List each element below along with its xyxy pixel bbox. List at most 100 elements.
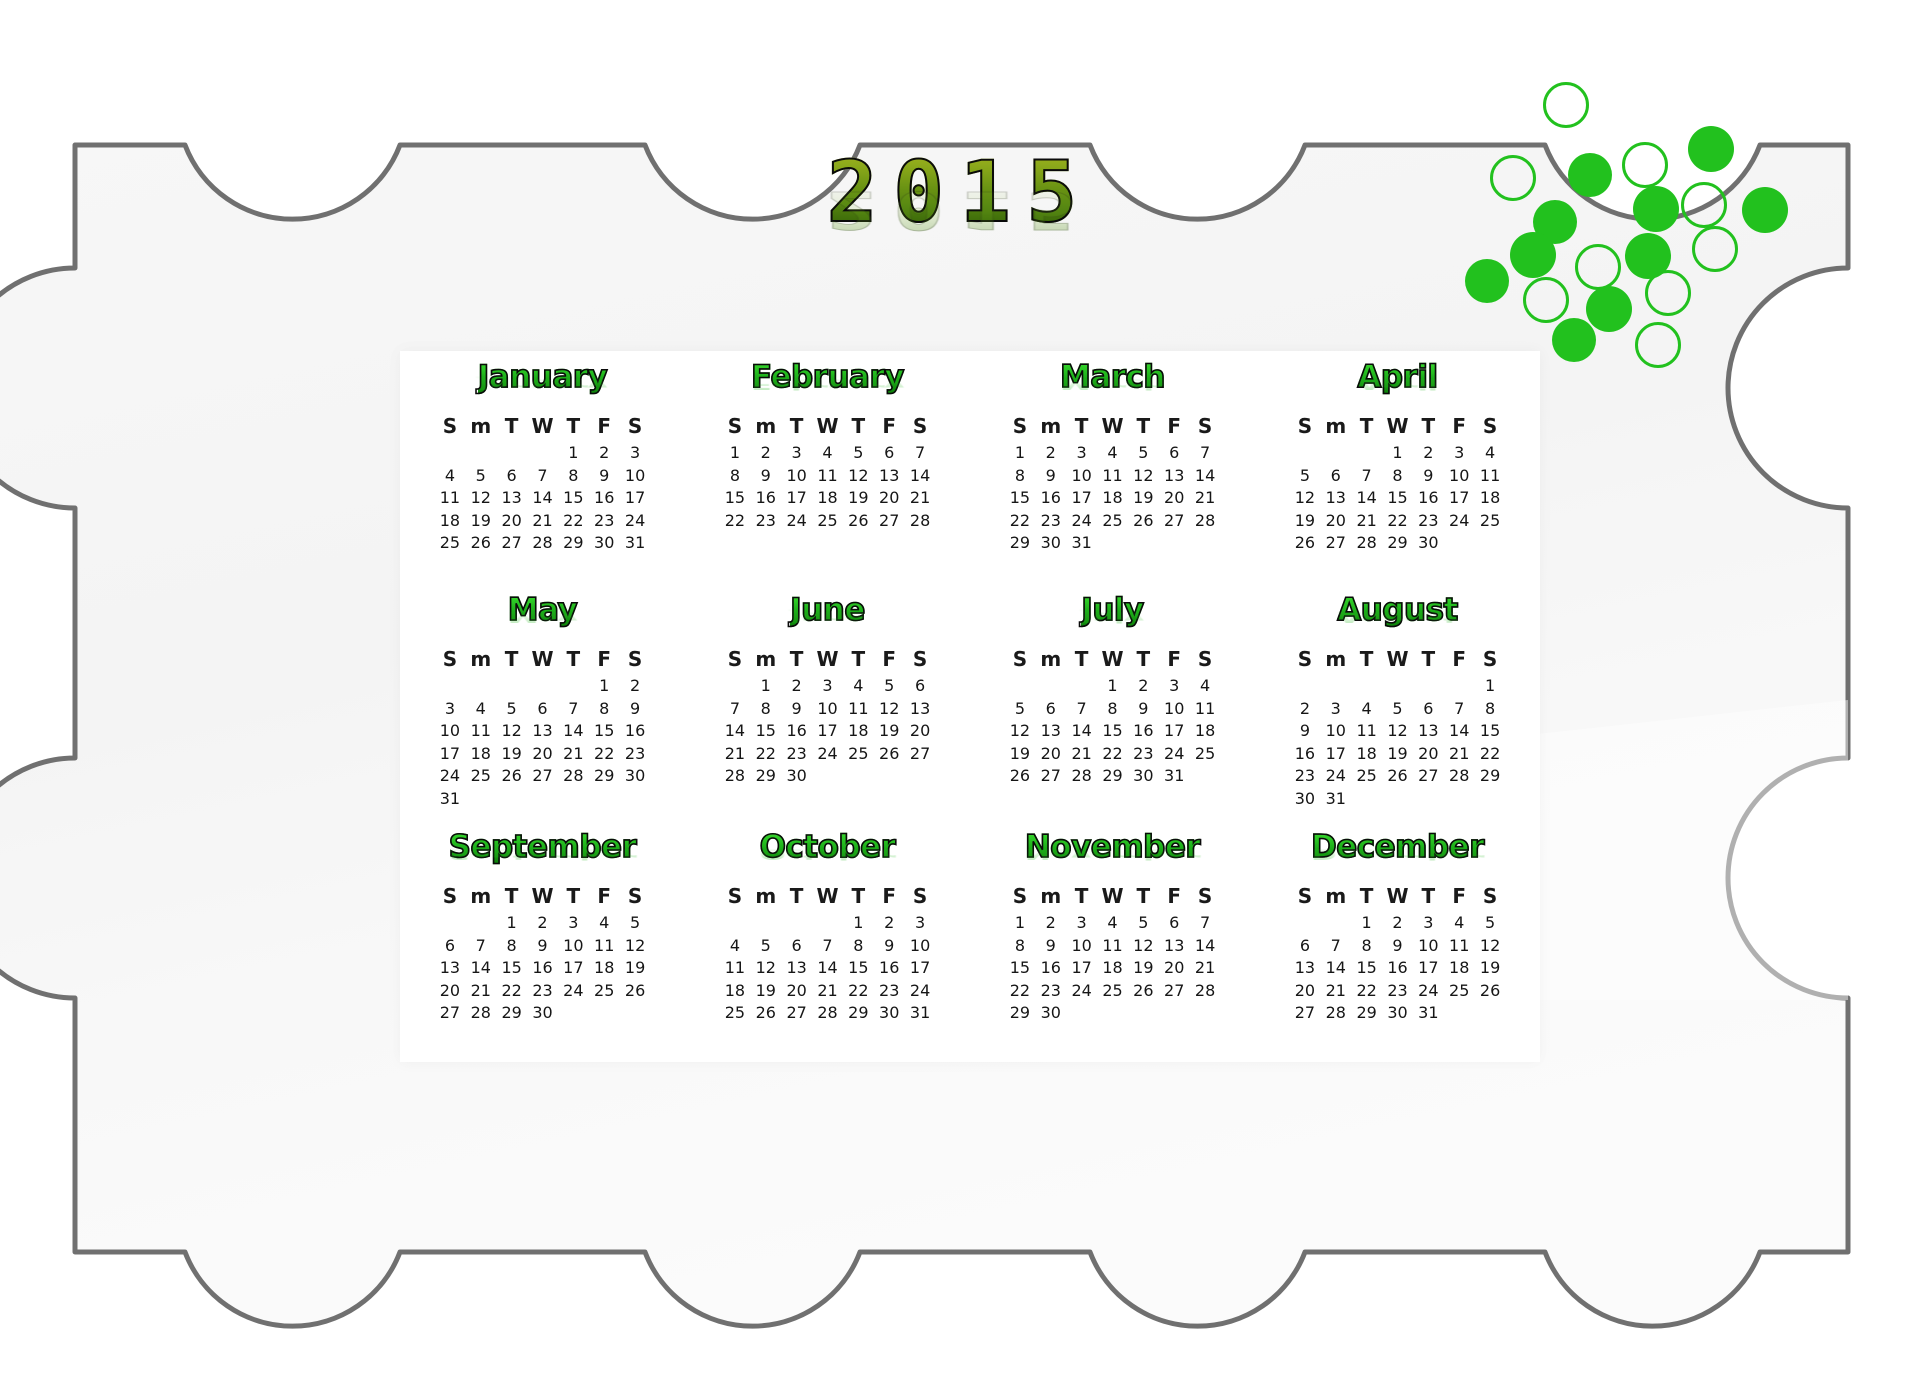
day-cell[interactable]: 27 <box>1290 1002 1321 1025</box>
day-cell[interactable]: 7 <box>812 935 843 958</box>
day-cell[interactable]: 23 <box>1128 743 1159 766</box>
day-cell[interactable]: 9 <box>1290 720 1321 743</box>
day-cell[interactable]: 17 <box>1066 957 1097 980</box>
day-cell[interactable]: 10 <box>1159 698 1190 721</box>
day-cell[interactable]: 6 <box>1413 698 1444 721</box>
day-cell[interactable]: 20 <box>1159 487 1190 510</box>
day-cell[interactable]: 12 <box>750 957 781 980</box>
day-cell[interactable]: 30 <box>589 532 620 555</box>
day-cell[interactable]: 17 <box>558 957 589 980</box>
day-cell[interactable]: 18 <box>1097 957 1128 980</box>
day-cell[interactable]: 30 <box>1035 1002 1066 1025</box>
day-cell[interactable]: 6 <box>905 675 936 698</box>
day-cell[interactable]: 28 <box>1066 765 1097 788</box>
day-cell[interactable]: 19 <box>1128 487 1159 510</box>
day-cell[interactable]: 4 <box>1097 912 1128 935</box>
day-cell[interactable]: 26 <box>874 743 905 766</box>
day-cell[interactable]: 16 <box>1035 957 1066 980</box>
day-cell[interactable]: 18 <box>720 980 751 1003</box>
day-cell[interactable]: 4 <box>1097 442 1128 465</box>
day-cell[interactable]: 11 <box>1444 935 1475 958</box>
day-cell[interactable]: 1 <box>1475 675 1506 698</box>
day-cell[interactable]: 31 <box>1066 532 1097 555</box>
day-cell[interactable]: 29 <box>496 1002 527 1025</box>
day-cell[interactable]: 3 <box>1444 442 1475 465</box>
day-cell[interactable]: 1 <box>1382 442 1413 465</box>
day-cell[interactable]: 3 <box>558 912 589 935</box>
day-cell[interactable]: 5 <box>1128 912 1159 935</box>
day-cell[interactable]: 22 <box>1097 743 1128 766</box>
day-cell[interactable]: 23 <box>1290 765 1321 788</box>
day-cell[interactable]: 14 <box>1444 720 1475 743</box>
day-cell[interactable]: 2 <box>527 912 558 935</box>
day-cell[interactable]: 18 <box>1097 487 1128 510</box>
day-cell[interactable]: 12 <box>843 465 874 488</box>
day-cell[interactable]: 20 <box>1413 743 1444 766</box>
day-cell[interactable]: 9 <box>620 698 651 721</box>
day-cell[interactable]: 27 <box>1159 510 1190 533</box>
day-cell[interactable]: 5 <box>1005 698 1036 721</box>
day-cell[interactable]: 14 <box>812 957 843 980</box>
day-cell[interactable]: 29 <box>1382 532 1413 555</box>
day-cell[interactable]: 17 <box>781 487 812 510</box>
day-cell[interactable]: 10 <box>435 720 466 743</box>
day-cell[interactable]: 22 <box>843 980 874 1003</box>
day-cell[interactable]: 28 <box>905 510 936 533</box>
day-cell[interactable]: 1 <box>750 675 781 698</box>
day-cell[interactable]: 1 <box>558 442 589 465</box>
day-cell[interactable]: 19 <box>1475 957 1506 980</box>
day-cell[interactable]: 3 <box>812 675 843 698</box>
day-cell[interactable]: 6 <box>435 935 466 958</box>
day-cell[interactable]: 15 <box>720 487 751 510</box>
day-cell[interactable]: 23 <box>781 743 812 766</box>
day-cell[interactable]: 25 <box>843 743 874 766</box>
day-cell[interactable]: 12 <box>496 720 527 743</box>
day-cell[interactable]: 6 <box>1035 698 1066 721</box>
day-cell[interactable]: 14 <box>527 487 558 510</box>
day-cell[interactable]: 7 <box>720 698 751 721</box>
day-cell[interactable]: 5 <box>843 442 874 465</box>
day-cell[interactable]: 31 <box>905 1002 936 1025</box>
day-cell[interactable]: 10 <box>1320 720 1351 743</box>
day-cell[interactable]: 17 <box>1066 487 1097 510</box>
day-cell[interactable]: 1 <box>589 675 620 698</box>
day-cell[interactable]: 28 <box>465 1002 496 1025</box>
day-cell[interactable]: 22 <box>1351 980 1382 1003</box>
day-cell[interactable]: 2 <box>750 442 781 465</box>
day-cell[interactable]: 5 <box>1128 442 1159 465</box>
day-cell[interactable]: 17 <box>1444 487 1475 510</box>
day-cell[interactable]: 13 <box>1290 957 1321 980</box>
day-cell[interactable]: 18 <box>843 720 874 743</box>
day-cell[interactable]: 10 <box>1413 935 1444 958</box>
day-cell[interactable]: 3 <box>1066 442 1097 465</box>
day-cell[interactable]: 8 <box>720 465 751 488</box>
day-cell[interactable]: 5 <box>1475 912 1506 935</box>
day-cell[interactable]: 5 <box>496 698 527 721</box>
day-cell[interactable]: 28 <box>1190 510 1221 533</box>
day-cell[interactable]: 18 <box>1475 487 1506 510</box>
day-cell[interactable]: 4 <box>465 698 496 721</box>
day-cell[interactable]: 12 <box>1290 487 1321 510</box>
day-cell[interactable]: 25 <box>1097 510 1128 533</box>
day-cell[interactable]: 28 <box>527 532 558 555</box>
day-cell[interactable]: 2 <box>1382 912 1413 935</box>
day-cell[interactable]: 22 <box>1005 980 1036 1003</box>
day-cell[interactable]: 11 <box>720 957 751 980</box>
day-cell[interactable]: 12 <box>620 935 651 958</box>
day-cell[interactable]: 21 <box>1320 980 1351 1003</box>
day-cell[interactable]: 13 <box>1413 720 1444 743</box>
day-cell[interactable]: 28 <box>558 765 589 788</box>
day-cell[interactable]: 16 <box>874 957 905 980</box>
day-cell[interactable]: 26 <box>620 980 651 1003</box>
day-cell[interactable]: 9 <box>1382 935 1413 958</box>
day-cell[interactable]: 11 <box>1190 698 1221 721</box>
day-cell[interactable]: 9 <box>874 935 905 958</box>
day-cell[interactable]: 17 <box>1413 957 1444 980</box>
day-cell[interactable]: 30 <box>781 765 812 788</box>
day-cell[interactable]: 22 <box>1382 510 1413 533</box>
day-cell[interactable]: 30 <box>1290 788 1321 811</box>
day-cell[interactable]: 13 <box>905 698 936 721</box>
day-cell[interactable]: 3 <box>1320 698 1351 721</box>
day-cell[interactable]: 12 <box>1128 465 1159 488</box>
day-cell[interactable]: 24 <box>1066 510 1097 533</box>
